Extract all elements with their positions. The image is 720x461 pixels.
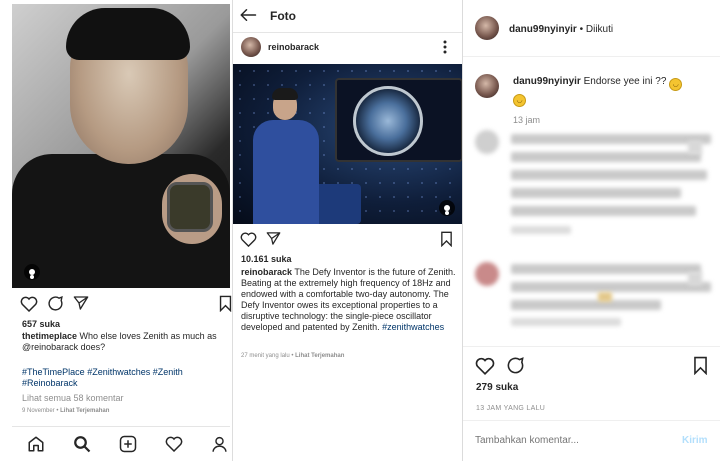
- blurred-text: [511, 226, 571, 234]
- comment: danu99nyinyir Endorse yee ini ?? ◡ ◡: [513, 75, 713, 107]
- right-post-panel: danu99nyinyir • Diikuti danu99nyinyir En…: [462, 0, 720, 461]
- photo-watch: [167, 182, 213, 232]
- divider: [463, 346, 720, 347]
- photo-man-hair: [272, 88, 298, 100]
- heart-icon[interactable]: [20, 295, 38, 312]
- avatar[interactable]: [241, 37, 261, 57]
- photo-hair: [66, 8, 190, 60]
- post-timestamp: 13 JAM YANG LALU: [476, 405, 546, 412]
- bookmark-icon[interactable]: [693, 356, 708, 375]
- blurred-text: [511, 282, 711, 292]
- add-icon[interactable]: [119, 435, 137, 453]
- hashtag[interactable]: #zenithwatches: [382, 322, 444, 332]
- translate-link[interactable]: Lihat Terjemahan: [295, 353, 344, 359]
- send-button[interactable]: Kirim: [682, 435, 708, 447]
- blurred-like: [688, 140, 702, 154]
- grinning-emoji-icon: ◡: [513, 94, 526, 107]
- header-username[interactable]: danu99nyinyir: [509, 24, 577, 35]
- post-header: danu99nyinyir • Diikuti: [463, 0, 720, 57]
- blurred-text: [511, 264, 701, 274]
- more-icon[interactable]: [443, 40, 447, 54]
- user-icon[interactable]: [211, 435, 228, 453]
- home-icon[interactable]: [27, 435, 45, 453]
- tag-user-icon[interactable]: [439, 200, 455, 216]
- avatar[interactable]: [475, 16, 499, 40]
- blurred-text: [511, 188, 681, 198]
- left-post-panel: 657 suka thetimeplace Who else loves Zen…: [0, 0, 232, 461]
- post-photo-portrait[interactable]: [12, 4, 230, 288]
- heart-icon[interactable]: [475, 356, 495, 375]
- commenter-avatar[interactable]: [475, 74, 499, 98]
- caption-username[interactable]: reinobarack: [241, 267, 292, 277]
- activity-heart-icon[interactable]: [165, 435, 183, 452]
- post-time-row: 27 menit yang lalu • Lihat Terjemahan: [241, 353, 345, 359]
- caption-username[interactable]: thetimeplace: [22, 331, 77, 341]
- blurred-text: [511, 300, 661, 310]
- post-photo-event[interactable]: [233, 64, 462, 224]
- post-username[interactable]: reinobarack: [268, 42, 319, 53]
- header-user-row: danu99nyinyir • Diikuti: [509, 24, 614, 35]
- bookmark-icon[interactable]: [219, 295, 232, 312]
- post-date: 9 November: [22, 408, 55, 414]
- tag-user-icon[interactable]: [24, 264, 40, 280]
- translate-link[interactable]: Lihat Terjemahan: [60, 408, 109, 414]
- comment-text: Endorse yee ini ??: [583, 76, 667, 87]
- photo-man-suit: [253, 120, 319, 224]
- photo-pedestal: [315, 184, 361, 224]
- divider: [463, 420, 720, 421]
- blurred-text: [511, 206, 696, 216]
- comment-username[interactable]: danu99nyinyir: [513, 76, 581, 87]
- likes-count: 10.161 suka: [241, 254, 292, 264]
- photo-watch-face: [353, 86, 423, 156]
- follow-status[interactable]: Diikuti: [586, 24, 613, 35]
- back-arrow-icon[interactable]: [239, 8, 257, 22]
- likes-count: 279 suka: [476, 382, 519, 393]
- bottom-nav: [12, 426, 230, 461]
- screen-title: Foto: [270, 9, 296, 23]
- post-caption: thetimeplace Who else loves Zenith as mu…: [22, 331, 222, 353]
- blurred-avatar: [475, 262, 499, 286]
- comment-icon[interactable]: [47, 295, 64, 312]
- blurred-like: [688, 272, 702, 286]
- share-icon[interactable]: [73, 295, 89, 311]
- view-all-comments-link[interactable]: Lihat semua 58 komentar: [22, 393, 124, 404]
- blurred-text: [511, 134, 711, 144]
- post-caption: reinobarack The Defy Inventor is the fut…: [241, 267, 456, 333]
- top-bar: Foto: [233, 0, 462, 33]
- blurred-text: [511, 152, 701, 162]
- hashtags[interactable]: #TheTimePlace #Zenithwatches #Zenith #Re…: [22, 367, 222, 389]
- heart-icon[interactable]: [240, 231, 257, 247]
- post-time: 27 menit yang lalu: [241, 353, 290, 359]
- middle-post-panel: Foto reinobarack 10.161 suka reinobarack…: [232, 0, 462, 461]
- share-icon[interactable]: [266, 231, 281, 246]
- post-date-row: 9 November • Lihat Terjemahan: [22, 408, 110, 414]
- blurred-emoji: [598, 292, 612, 302]
- blurred-text: [511, 170, 707, 180]
- blurred-avatar: [475, 130, 499, 154]
- blurred-text: [511, 318, 621, 326]
- comment-time: 13 jam: [513, 115, 541, 125]
- comment-icon[interactable]: [506, 356, 525, 375]
- comment-input[interactable]: [473, 429, 667, 451]
- grinning-emoji-icon: ◡: [669, 78, 683, 91]
- search-icon[interactable]: [73, 435, 91, 453]
- bookmark-icon[interactable]: [440, 231, 453, 247]
- likes-count: 657 suka: [22, 319, 61, 329]
